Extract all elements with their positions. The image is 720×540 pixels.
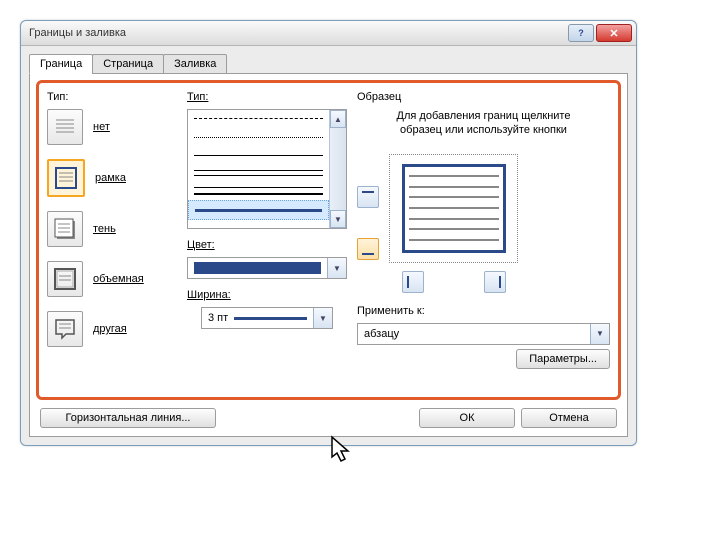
apply-to-value: абзацу [358,328,590,340]
color-value [188,262,327,274]
preview-text-line [409,228,499,230]
color-combo[interactable]: ▼ [187,257,347,279]
help-button[interactable]: ? [568,24,594,42]
titlebar: Границы и заливка ? ✕ [21,21,636,46]
options-button[interactable]: Параметры... [516,349,610,369]
type-custom-icon [47,311,83,347]
preview-box-wrap[interactable] [389,154,518,263]
preview-box-container [389,154,518,293]
dropdown-icon: ▼ [590,324,609,344]
scroll-down-button[interactable]: ▼ [330,210,346,228]
line-style-list[interactable]: ▲ ▼ [187,109,347,229]
dialog-title: Границы и заливка [29,27,566,39]
ok-button[interactable]: ОК [419,408,515,428]
tab-strip: Граница Страница Заливка [29,54,628,74]
window-controls: ? ✕ [566,24,632,42]
top-border-button[interactable] [357,186,379,208]
cancel-button[interactable]: Отмена [521,408,617,428]
type-3d-label: объемная [93,273,144,285]
tab-panel: Тип: нет рамка [29,73,628,437]
line-style-item[interactable] [188,110,329,128]
borders-shading-dialog: Границы и заливка ? ✕ Граница Страница З… [20,20,637,446]
edge-buttons-horizontal [389,271,518,293]
preview-column: Образец Для добавления границ щелкните о… [357,89,610,389]
preview-text-line [409,239,499,241]
line-style-item[interactable] [188,182,329,200]
close-button[interactable]: ✕ [596,24,632,42]
type-shadow[interactable]: тень [47,211,177,247]
style-scrollbar: ▲ ▼ [329,110,346,228]
type-3d-icon [47,261,83,297]
type-shadow-icon [47,211,83,247]
left-border-button[interactable] [402,271,424,293]
line-style-item[interactable] [188,164,329,182]
type-column: Тип: нет рамка [47,89,177,389]
right-border-button[interactable] [484,271,506,293]
dialog-footer: Горизонтальная линия... ОК Отмена [36,400,621,430]
apply-to-heading: Применить к: [357,305,610,317]
type-box-icon [47,159,85,197]
color-heading: Цвет: [187,239,347,251]
type-none-icon [47,109,83,145]
width-sample-line [234,317,307,320]
line-style-item[interactable] [188,200,329,220]
tab-fill[interactable]: Заливка [163,54,227,74]
width-value-wrap: 3 пт [202,312,313,324]
preview-text-line [409,196,499,198]
preview-text-line [409,175,499,177]
apply-to-combo[interactable]: абзацу ▼ [357,323,610,345]
bottom-border-button[interactable] [357,238,379,260]
preview-text-line [409,186,499,188]
line-style-items [188,110,329,228]
type-none-label: нет [93,121,110,133]
type-box[interactable]: рамка [47,159,177,197]
options-row: Параметры... [357,353,610,365]
type-custom-label: другая [93,323,127,335]
type-list: нет рамка тень [47,109,177,347]
preview-box [402,164,506,253]
highlighted-area: Тип: нет рамка [36,80,621,400]
style-heading: Тип: [187,91,347,103]
preview-hint: Для добавления границ щелкните образец и… [384,109,584,138]
line-style-item[interactable] [188,146,329,164]
line-style-item[interactable] [188,128,329,146]
type-3d[interactable]: объемная [47,261,177,297]
type-shadow-label: тень [93,223,116,235]
type-box-label: рамка [95,172,126,184]
type-heading: Тип: [47,91,177,103]
preview-area [357,154,610,293]
type-none[interactable]: нет [47,109,177,145]
scroll-track[interactable] [330,128,346,210]
dropdown-icon: ▼ [313,308,332,328]
preview-text-line [409,218,499,220]
preview-heading: Образец [357,91,610,103]
horizontal-line-button[interactable]: Горизонтальная линия... [40,408,216,428]
dropdown-icon: ▼ [327,258,346,278]
tab-page[interactable]: Страница [92,54,164,74]
width-heading: Ширина: [187,289,347,301]
tab-border[interactable]: Граница [29,54,93,74]
preview-text-line [409,207,499,209]
type-custom[interactable]: другая [47,311,177,347]
width-value: 3 пт [208,312,228,324]
width-combo[interactable]: 3 пт ▼ [201,307,333,329]
scroll-up-button[interactable]: ▲ [330,110,346,128]
edge-buttons-vertical [357,186,379,260]
style-column: Тип: ▲ ▼ [187,89,347,389]
dialog-body: Граница Страница Заливка Тип: нет [21,46,636,445]
color-swatch [194,262,321,274]
